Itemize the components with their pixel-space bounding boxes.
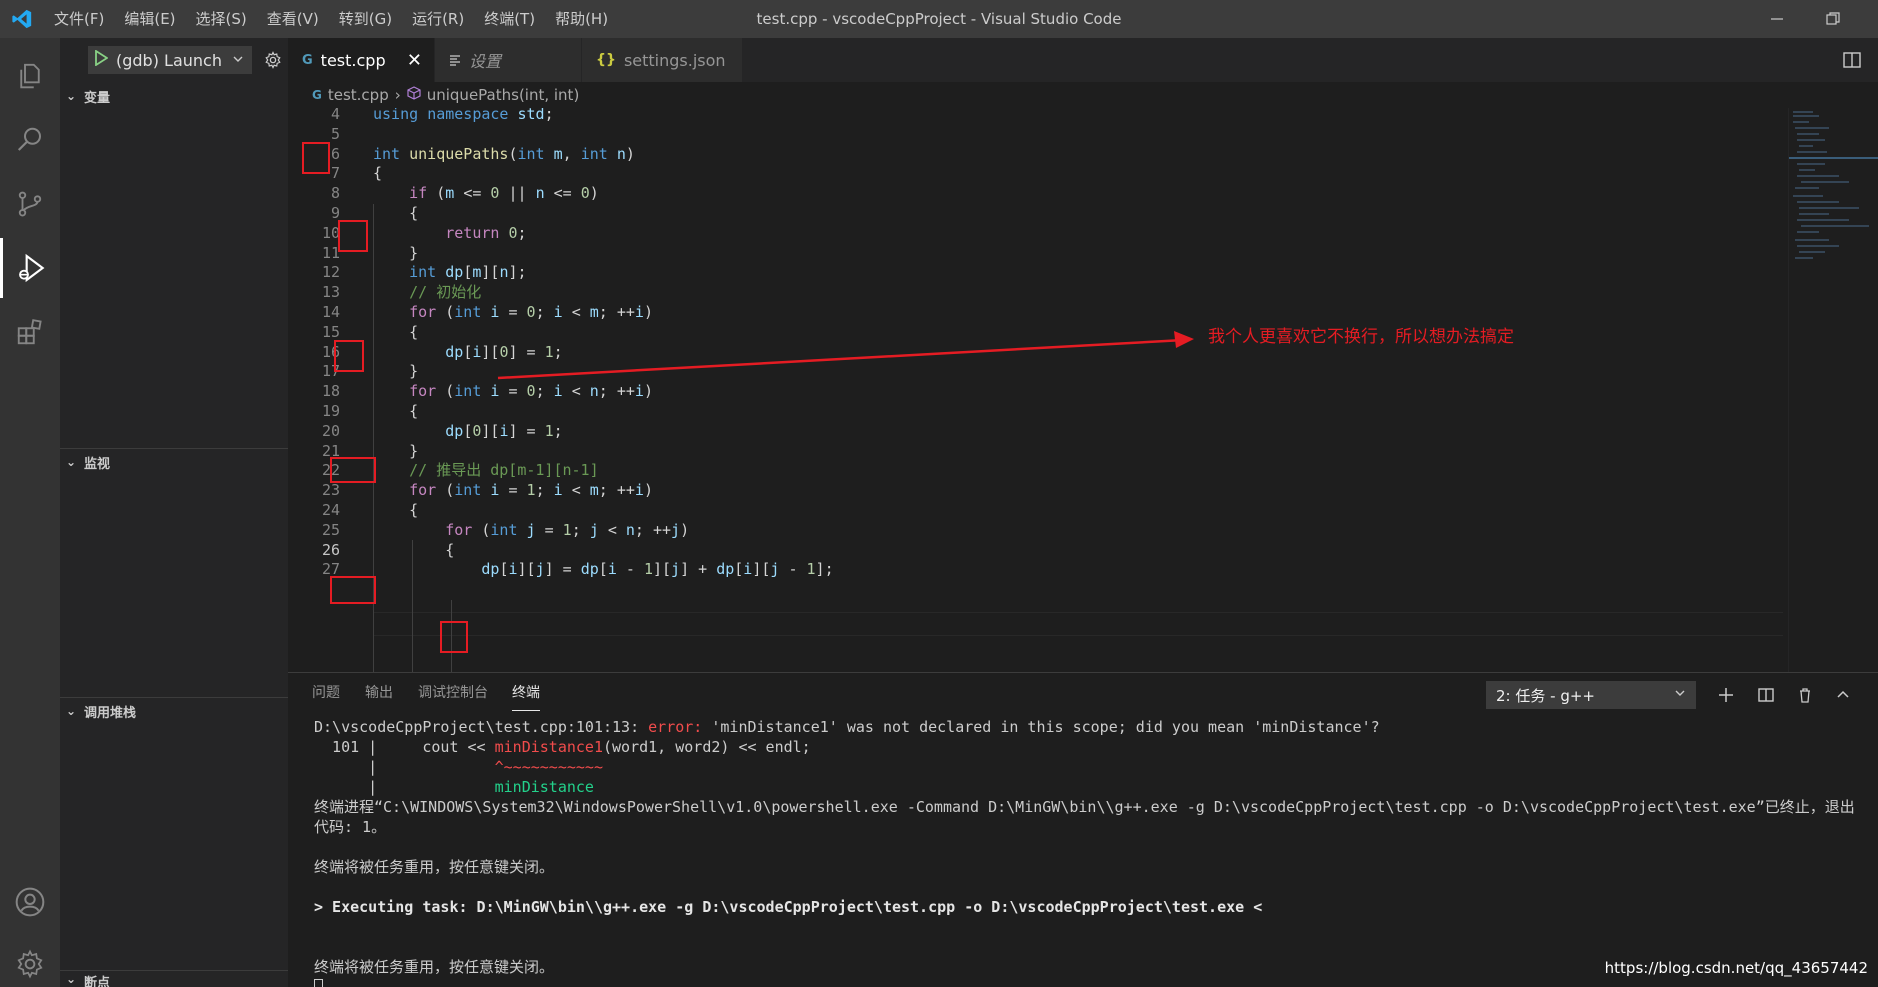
editor-area: G test.cpp ✕ 设置 {} settings.json G test.… — [288, 38, 1878, 672]
chevron-down-icon: ⌄ — [66, 455, 77, 469]
kill-terminal-trash-icon[interactable] — [1793, 683, 1817, 707]
chevron-down-icon — [1674, 687, 1686, 703]
variables-section-header[interactable]: ⌄ 变量 — [60, 84, 288, 108]
terminal-select-label: 2: 任务 - g++ — [1496, 686, 1595, 705]
watch-section-header[interactable]: ⌄ 监视 — [60, 450, 288, 474]
menu-go[interactable]: 转到(G) — [329, 0, 402, 38]
annotation-arrow — [497, 331, 1194, 380]
maximize-panel-chevron-up-icon[interactable] — [1831, 683, 1855, 707]
debug-settings-gear-icon[interactable] — [262, 48, 284, 72]
breakpoints-section-header[interactable]: ⌄ 断点 — [60, 972, 288, 987]
menu-file[interactable]: 文件(F) — [44, 0, 114, 38]
search-icon[interactable] — [0, 110, 60, 170]
menu-bar: 文件(F) 编辑(E) 选择(S) 查看(V) 转到(G) 运行(R) 终端(T… — [44, 0, 618, 38]
vscode-logo-icon — [0, 0, 44, 38]
terminal-cursor — [314, 979, 323, 987]
watermark: https://blog.csdn.net/qq_43657442 — [1604, 959, 1868, 977]
tab-output[interactable]: 输出 — [365, 673, 393, 713]
terminal-line: 终端将被任务重用，按任意键关闭。 — [314, 958, 555, 976]
chevron-down-icon — [232, 50, 244, 69]
menu-run[interactable]: 运行(R) — [402, 0, 474, 38]
call-stack-section-header[interactable]: ⌄ 调用堆栈 — [60, 699, 288, 723]
debug-toolbar: (gdb) Launch — [60, 38, 288, 82]
bottom-panel: 问题 输出 调试控制台 终端 2: 任务 - g++ D:\vscodeCppP… — [288, 672, 1878, 987]
tab-debug-console[interactable]: 调试控制台 — [418, 673, 488, 713]
debug-config-label: (gdb) Launch — [116, 50, 222, 70]
chevron-down-icon: ⌄ — [66, 972, 77, 986]
tab-problems[interactable]: 问题 — [312, 673, 340, 713]
run-debug-icon[interactable] — [0, 238, 60, 298]
title-bar: 文件(F) 编辑(E) 选择(S) 查看(V) 转到(G) 运行(R) 终端(T… — [0, 0, 1878, 38]
section-divider — [60, 697, 288, 698]
watch-section-label: 监视 — [84, 456, 111, 472]
terminal-line: > Executing task: D:\MinGW\bin\\g++.exe … — [314, 898, 1263, 916]
menu-view[interactable]: 查看(V) — [257, 0, 329, 38]
explorer-icon[interactable] — [0, 46, 60, 106]
terminal-line: 终端进程“C:\WINDOWS\System32\WindowsPowerShe… — [314, 798, 1855, 816]
debug-config-select[interactable]: (gdb) Launch — [88, 46, 252, 74]
chevron-down-icon: ⌄ — [66, 89, 77, 103]
terminal-output[interactable]: D:\vscodeCppProject\test.cpp:101:13: err… — [314, 717, 1874, 987]
variables-section-label: 变量 — [84, 90, 111, 106]
terminal-line: D:\vscodeCppProject\test.cpp:101:13: err… — [314, 718, 1380, 736]
account-icon[interactable] — [0, 872, 60, 932]
chevron-down-icon: ⌄ — [66, 704, 77, 718]
terminal-select[interactable]: 2: 任务 - g++ — [1486, 681, 1696, 709]
activity-bar — [0, 38, 60, 987]
terminal-line: | minDistance — [314, 778, 594, 796]
menu-selection[interactable]: 选择(S) — [186, 0, 257, 38]
start-debugging-icon[interactable] — [94, 49, 109, 70]
debug-sidebar: (gdb) Launch ⌄ 变量 ⌄ 监视 ⌄ 调用堆栈 ⌄ 断点 — [60, 38, 288, 987]
minimize-button[interactable] — [1750, 0, 1804, 38]
new-terminal-plus-icon[interactable] — [1714, 683, 1738, 707]
call-stack-section-label: 调用堆栈 — [84, 705, 137, 721]
restore-button[interactable] — [1806, 0, 1860, 38]
section-divider — [60, 970, 288, 971]
terminal-line: 终端将被任务重用，按任意键关闭。 — [314, 858, 555, 876]
manage-gear-icon[interactable] — [0, 934, 60, 987]
terminal-line: 代码: 1。 — [314, 818, 387, 836]
section-divider — [60, 448, 288, 449]
extensions-icon[interactable] — [0, 302, 60, 362]
menu-help[interactable]: 帮助(H) — [545, 0, 618, 38]
terminal-line: 101 | cout << minDistance1(word1, word2)… — [314, 738, 811, 756]
tab-terminal[interactable]: 终端 — [512, 675, 540, 711]
menu-edit[interactable]: 编辑(E) — [114, 0, 185, 38]
terminal-line: | ^~~~~~~~~~~~ — [314, 758, 603, 776]
split-terminal-icon[interactable] — [1754, 683, 1778, 707]
source-control-icon[interactable] — [0, 174, 60, 234]
menu-terminal[interactable]: 终端(T) — [474, 0, 545, 38]
breakpoints-section-label: 断点 — [84, 976, 111, 987]
annotation-text: 我个人更喜欢它不换行，所以想办法搞定 — [1208, 327, 1514, 347]
